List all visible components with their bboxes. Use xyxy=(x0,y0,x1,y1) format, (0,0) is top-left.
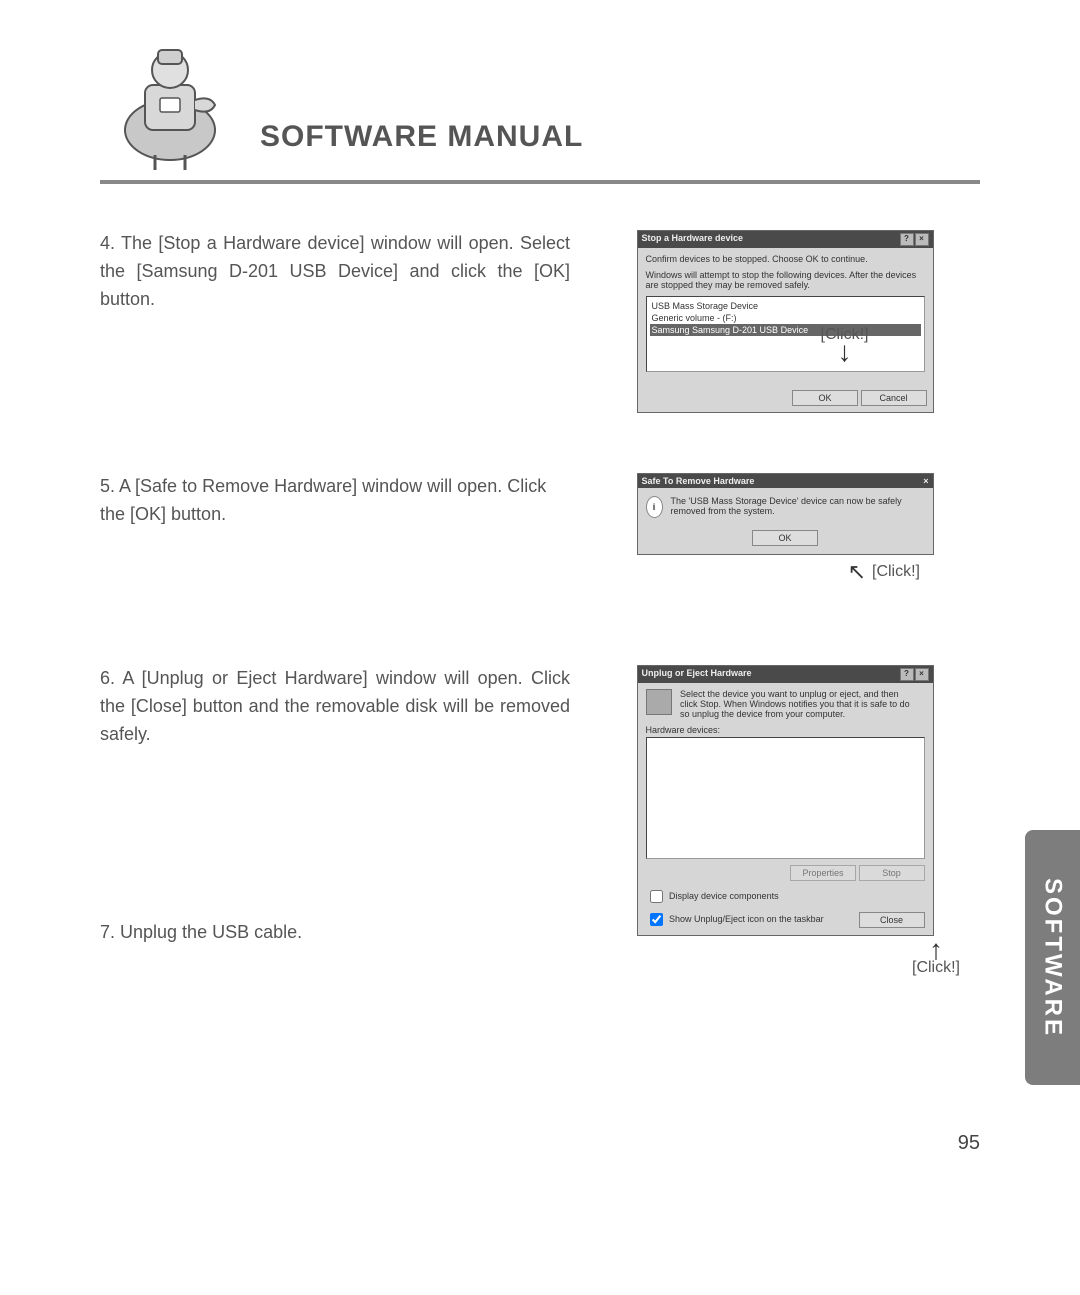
close-icon[interactable]: × xyxy=(915,668,929,681)
device-item[interactable]: USB Mass Storage Device xyxy=(650,300,921,312)
checkbox-1-label: Display device components xyxy=(669,891,779,901)
step-5-text: 5. A [Safe to Remove Hardware] window wi… xyxy=(100,473,570,529)
step-5-row: 5. A [Safe to Remove Hardware] window wi… xyxy=(100,473,980,585)
device-item[interactable]: Generic volume - (F:) xyxy=(650,312,921,324)
help-icon[interactable]: ? xyxy=(900,233,914,246)
page-number: 95 xyxy=(958,1132,980,1155)
mascot-illustration xyxy=(100,30,240,170)
click-callout-2: ↖ [Click!] xyxy=(848,559,920,585)
hardware-icon xyxy=(646,689,672,715)
header-divider xyxy=(100,180,980,184)
help-icon[interactable]: ? xyxy=(900,668,914,681)
stop-button[interactable]: Stop xyxy=(859,865,925,881)
dialog2-message: The 'USB Mass Storage Device' device can… xyxy=(671,496,925,516)
step-6-figure: Unplug or Eject Hardware ?× Select the d… xyxy=(590,665,980,977)
ok-button[interactable]: OK xyxy=(752,530,818,546)
step-6-7-text: 6. A [Unplug or Eject Hardware] window w… xyxy=(100,665,570,947)
click-callout-1: [Click!] ↓ xyxy=(821,326,869,361)
unplug-eject-dialog: Unplug or Eject Hardware ?× Select the d… xyxy=(637,665,934,936)
click-label: [Click!] xyxy=(872,563,920,581)
step-4-figure: Stop a Hardware device ?× Confirm device… xyxy=(590,230,980,413)
dialog3-bottom-row: Show Unplug/Eject icon on the taskbar Cl… xyxy=(646,910,925,929)
page-header: SOFTWARE MANUAL xyxy=(100,30,980,190)
cancel-button[interactable]: Cancel xyxy=(861,390,927,406)
stop-hardware-dialog: Stop a Hardware device ?× Confirm device… xyxy=(637,230,934,413)
display-components-checkbox[interactable]: Display device components xyxy=(646,887,925,906)
dialog3-title: Unplug or Eject Hardware xyxy=(642,668,752,681)
step-6-text: 6. A [Unplug or Eject Hardware] window w… xyxy=(100,665,570,749)
step-7-text: 7. Unplug the USB cable. xyxy=(100,919,570,947)
dialog1-title: Stop a Hardware device xyxy=(642,233,744,246)
dialog2-buttons: OK xyxy=(638,526,933,554)
dialog2-body: i The 'USB Mass Storage Device' device c… xyxy=(638,488,933,526)
dialog1-line1: Confirm devices to be stopped. Choose OK… xyxy=(646,254,925,264)
safe-remove-dialog: Safe To Remove Hardware × i The 'USB Mas… xyxy=(637,473,934,555)
info-icon: i xyxy=(646,496,663,518)
dialog2-title: Safe To Remove Hardware xyxy=(642,476,755,486)
dialog3-mid-buttons: Properties Stop xyxy=(646,865,925,881)
close-button[interactable]: Close xyxy=(859,912,925,928)
arrow-diag-icon: ↖ xyxy=(848,559,866,585)
step-4-text: 4. The [Stop a Hardware device] window w… xyxy=(100,230,570,314)
dialog3-titlebar: Unplug or Eject Hardware ?× xyxy=(638,666,933,683)
manual-page: SOFTWARE MANUAL 4. The [Stop a Hardware … xyxy=(0,0,1080,1295)
checkbox-1[interactable] xyxy=(650,890,663,903)
click-label: [Click!] xyxy=(912,959,960,977)
step-4-row: 4. The [Stop a Hardware device] window w… xyxy=(100,230,980,413)
device-item-selected[interactable]: Samsung Samsung D-201 USB Device xyxy=(650,324,921,336)
close-icon[interactable]: × xyxy=(915,233,929,246)
dialog1-line2: Windows will attempt to stop the followi… xyxy=(646,270,925,290)
checkbox-2[interactable] xyxy=(650,913,663,926)
properties-button[interactable]: Properties xyxy=(790,865,856,881)
content-area: 4. The [Stop a Hardware device] window w… xyxy=(100,230,980,1037)
page-title: SOFTWARE MANUAL xyxy=(260,120,583,154)
checkbox-2-label: Show Unplug/Eject icon on the taskbar xyxy=(669,914,824,924)
device-list[interactable]: USB Mass Storage Device Generic volume -… xyxy=(646,296,925,372)
dialog3-instructions: Select the device you want to unplug or … xyxy=(680,689,910,719)
window-buttons: ?× xyxy=(899,233,929,246)
arrow-down-icon: ↓ xyxy=(821,344,869,361)
step-6-row: 6. A [Unplug or Eject Hardware] window w… xyxy=(100,665,980,977)
hardware-devices-list[interactable] xyxy=(646,737,925,859)
step-5-figure: Safe To Remove Hardware × i The 'USB Mas… xyxy=(590,473,980,585)
dialog2-titlebar: Safe To Remove Hardware × xyxy=(638,474,933,488)
dialog1-titlebar: Stop a Hardware device ?× xyxy=(638,231,933,248)
software-side-tab: SOFTWARE xyxy=(1025,830,1080,1085)
dialog1-buttons: OK Cancel xyxy=(638,384,933,412)
show-icon-checkbox[interactable]: Show Unplug/Eject icon on the taskbar xyxy=(646,910,824,929)
hardware-devices-label: Hardware devices: xyxy=(646,725,925,735)
dialog3-body: Select the device you want to unplug or … xyxy=(638,683,933,935)
ok-button[interactable]: OK xyxy=(792,390,858,406)
arrow-up-icon: ↑ xyxy=(912,942,960,959)
dialog1-body: Confirm devices to be stopped. Choose OK… xyxy=(638,248,933,384)
close-icon[interactable]: × xyxy=(923,476,928,486)
click-callout-3: ↑ [Click!] xyxy=(912,942,960,977)
